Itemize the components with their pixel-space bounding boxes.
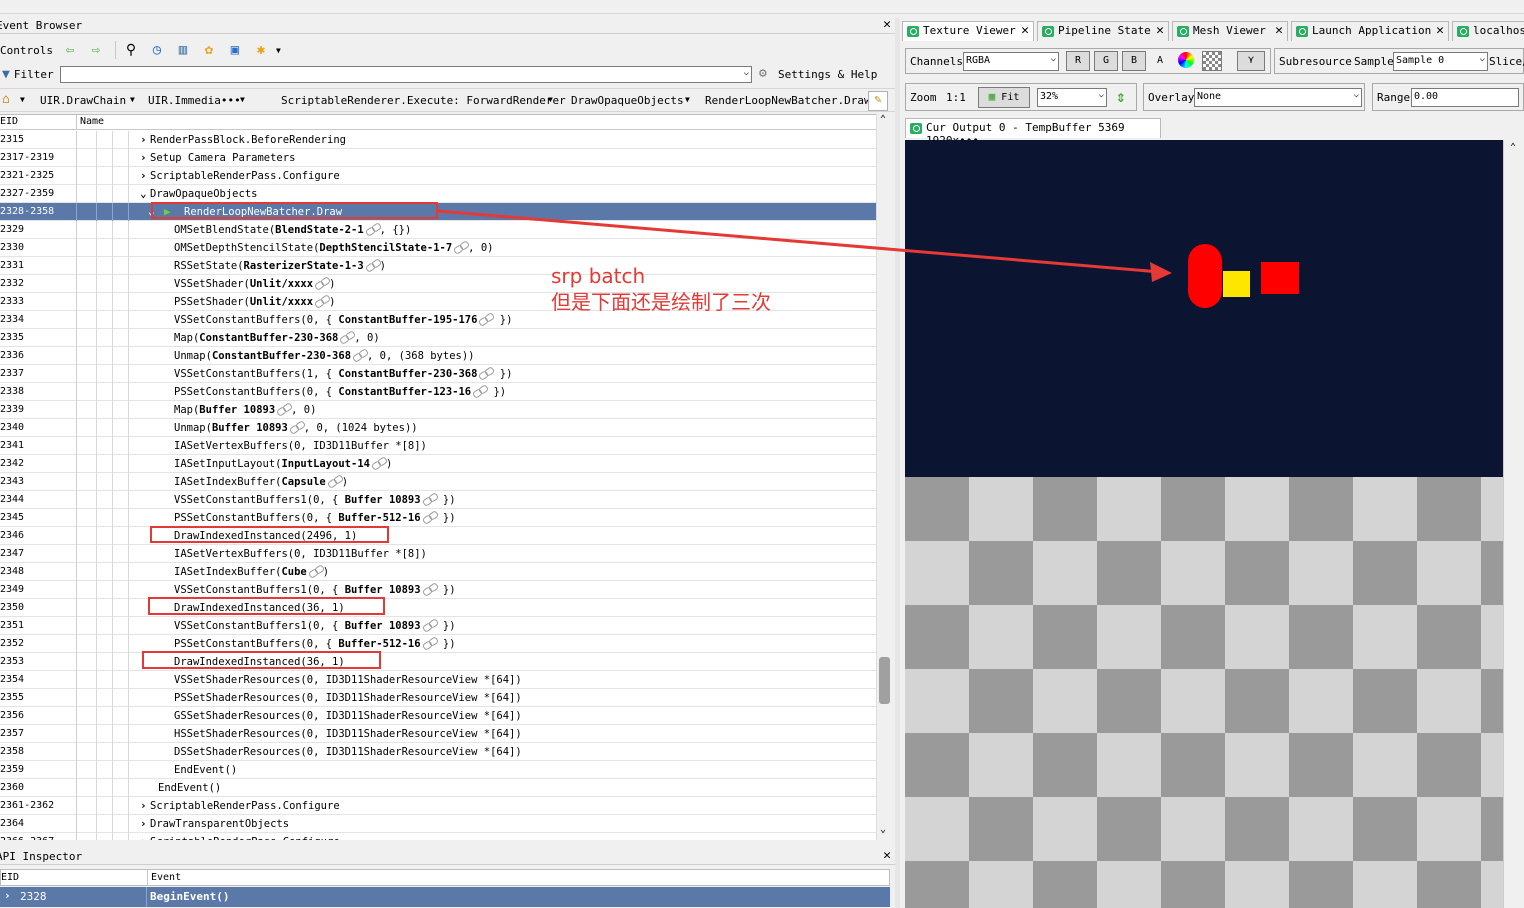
annotation-line-2: 但是下面还是绘制了三次: [551, 290, 771, 314]
annotation-text: srp batch 但是下面还是绘制了三次: [551, 263, 771, 315]
annotation-arrow-line: [437, 209, 1161, 274]
annotation-arrow-head: [1150, 262, 1172, 282]
annotation-line-1: srp batch: [551, 264, 646, 288]
annotation-arrow: [437, 209, 1172, 282]
